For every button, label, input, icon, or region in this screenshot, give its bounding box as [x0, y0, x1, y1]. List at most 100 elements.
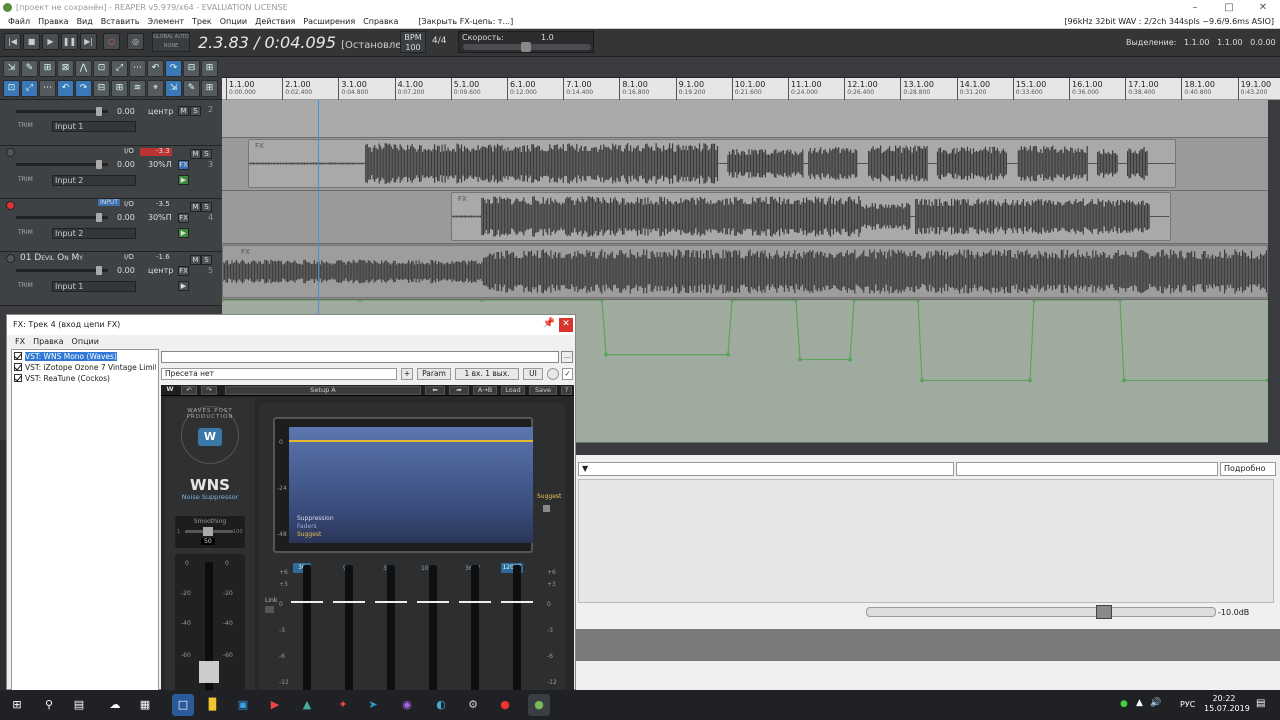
fx-item-ozone[interactable]: VST: iZotope Ozone 7 Vintage Limiter... [14, 362, 156, 373]
fx-menu-fx[interactable]: FX [11, 335, 29, 349]
lower-combo-mid[interactable] [956, 462, 1218, 476]
media-item[interactable]: FX [222, 245, 1268, 298]
envelope-point[interactable] [222, 300, 224, 302]
close-button[interactable]: ✕ [1246, 0, 1280, 15]
view-mode-select[interactable]: Подробно [1220, 462, 1276, 476]
volume-knob[interactable] [96, 213, 102, 222]
audio-status[interactable]: [96kHz 32bit WAV : 2/2ch 344spls ~9.6/9.… [1060, 15, 1278, 29]
network-icon[interactable]: ▲ [1136, 698, 1143, 708]
language-indicator[interactable]: РУС [1180, 700, 1195, 709]
global-auto-button[interactable]: GLOBAL AUTO NONE [152, 32, 190, 52]
toolbar-tool-icon[interactable]: ↶ [57, 80, 74, 97]
minimize-button[interactable]: – [1178, 0, 1212, 15]
youtube-icon[interactable]: ▶ [264, 694, 286, 716]
app-icon[interactable]: ◉ [396, 694, 418, 716]
envelope-point[interactable] [726, 352, 730, 357]
gain-slider-knob[interactable] [1096, 605, 1112, 619]
start-icon[interactable]: ⊞ [6, 694, 28, 716]
volume-knob[interactable] [96, 266, 102, 275]
help-button[interactable]: ? [561, 386, 572, 395]
input-select[interactable]: Input 2 [52, 228, 136, 239]
record-arm-button[interactable] [6, 148, 15, 157]
volume-fader[interactable] [16, 163, 108, 166]
lane-track-3[interactable]: FX [222, 138, 1268, 191]
fx-chain-list[interactable]: VST: WNS Mono (Waves) VST: iZotope Ozone… [11, 349, 159, 691]
suggest-toggle[interactable] [543, 505, 550, 512]
menu-item[interactable]: Элемент [144, 15, 188, 28]
envelope-point[interactable] [916, 300, 920, 302]
menu-options[interactable]: Опции [216, 15, 251, 28]
enable-checkbox[interactable] [14, 363, 22, 371]
save-button[interactable]: Save [529, 386, 557, 395]
band-fader-cap[interactable] [291, 601, 323, 603]
vertical-scrollbar[interactable] [1268, 100, 1280, 443]
record-arm-button[interactable] [6, 254, 15, 263]
next-preset-button[interactable]: ➡ [449, 386, 469, 395]
io-button[interactable]: I/O [124, 147, 134, 155]
input-select[interactable]: Input 1 [52, 121, 136, 132]
toolbar-tool-icon[interactable]: ⤢ [111, 60, 128, 77]
task-view-icon[interactable]: ▤ [68, 694, 90, 716]
play-button[interactable]: ▶ [42, 33, 59, 50]
bypass-checkbox[interactable]: ✓ [562, 368, 573, 380]
pin-icon[interactable]: 📌 [543, 318, 555, 329]
toolbar-tool-icon[interactable]: ⇲ [165, 80, 182, 97]
media-item[interactable]: FX [248, 139, 1176, 188]
solo-button[interactable]: S [201, 149, 212, 159]
prev-preset-button[interactable]: ⬅ [425, 386, 445, 395]
toolbar-tool-icon[interactable]: ⌖ [147, 80, 164, 97]
record-button[interactable]: ○ [103, 33, 120, 50]
time-display[interactable]: 2.3.83 / 0:04.095 [Остановлено] [198, 33, 418, 52]
io-button[interactable]: I/O [124, 200, 134, 208]
fx-button[interactable]: FX [178, 160, 189, 170]
bpm-button[interactable]: BPM 100 [400, 31, 426, 53]
input-select[interactable]: Input 2 [52, 175, 136, 186]
preset-select[interactable]: Пресета нет [161, 368, 397, 380]
ui-button[interactable]: UI [523, 368, 543, 380]
io-button[interactable]: I/O [124, 253, 134, 261]
reaper-taskbar-icon[interactable]: ● [528, 694, 550, 716]
toolbar-tool-icon[interactable]: ⊟ [183, 60, 200, 77]
lower-list[interactable] [578, 479, 1274, 603]
globe-icon[interactable]: ◐ [430, 694, 452, 716]
app-icon[interactable]: ✦ [332, 694, 354, 716]
add-preset-button[interactable]: + [401, 368, 413, 380]
toolbar-tool-icon[interactable]: ⊞ [111, 80, 128, 97]
toolbar-tool-icon[interactable]: ⤢ [21, 80, 38, 97]
toolbar-tool-icon[interactable]: ⋀ [75, 60, 92, 77]
band-fader-track[interactable] [387, 565, 395, 691]
fx-button[interactable]: FX [178, 213, 189, 223]
chrome-icon[interactable]: ● [494, 694, 516, 716]
envelope-point[interactable] [798, 357, 802, 362]
envelope-point[interactable] [358, 300, 362, 302]
volume-fader[interactable] [16, 269, 108, 272]
band-fader-track[interactable] [513, 565, 521, 691]
smoothing-control[interactable]: Smoothing 1 100 50 [175, 516, 245, 548]
menu-view[interactable]: Вид [73, 15, 97, 28]
lane-track-4[interactable]: FX [222, 191, 1268, 244]
menu-edit[interactable]: Правка [34, 15, 72, 28]
track-4[interactable]: 4 INPUT I/O -3.5 0.00 30%П FX M S TRIM I… [0, 199, 222, 252]
fx-item-wns[interactable]: VST: WNS Mono (Waves) [14, 351, 156, 362]
band-fader-cap[interactable] [333, 601, 365, 603]
rate-slider-knob[interactable] [521, 42, 531, 52]
band-fader-cap[interactable] [375, 601, 407, 603]
wet-knob-icon[interactable] [547, 368, 559, 380]
input-select[interactable]: Input 1 [52, 281, 136, 292]
spectrum-display[interactable]: Suppression Faders Suggest 0 -24 -48 30 … [273, 417, 533, 573]
clock[interactable]: 20:22 15.07.2019 [1204, 694, 1250, 714]
toolbar-tool-icon[interactable]: ≋ [129, 80, 146, 97]
toolbar-tool-icon[interactable]: ⇲ [3, 60, 20, 77]
volume-icon[interactable]: 🔊 [1150, 698, 1161, 708]
toolbar-tool-icon[interactable]: ↷ [165, 60, 182, 77]
pan-value[interactable]: 30%Л [148, 160, 172, 169]
telegram-icon[interactable]: ➤ [362, 694, 384, 716]
toolbar-tool-icon[interactable]: ✎ [183, 80, 200, 97]
enable-checkbox[interactable] [14, 352, 22, 360]
monitor-button[interactable]: ▶ [178, 281, 189, 291]
toolbar-tool-icon[interactable]: ⊡ [3, 80, 20, 97]
menu-help[interactable]: Справка [359, 15, 402, 28]
repeat-button[interactable]: ◎ [127, 33, 144, 50]
output-fader-knob[interactable] [199, 661, 219, 683]
toolbar-tool-icon[interactable]: ↶ [147, 60, 164, 77]
